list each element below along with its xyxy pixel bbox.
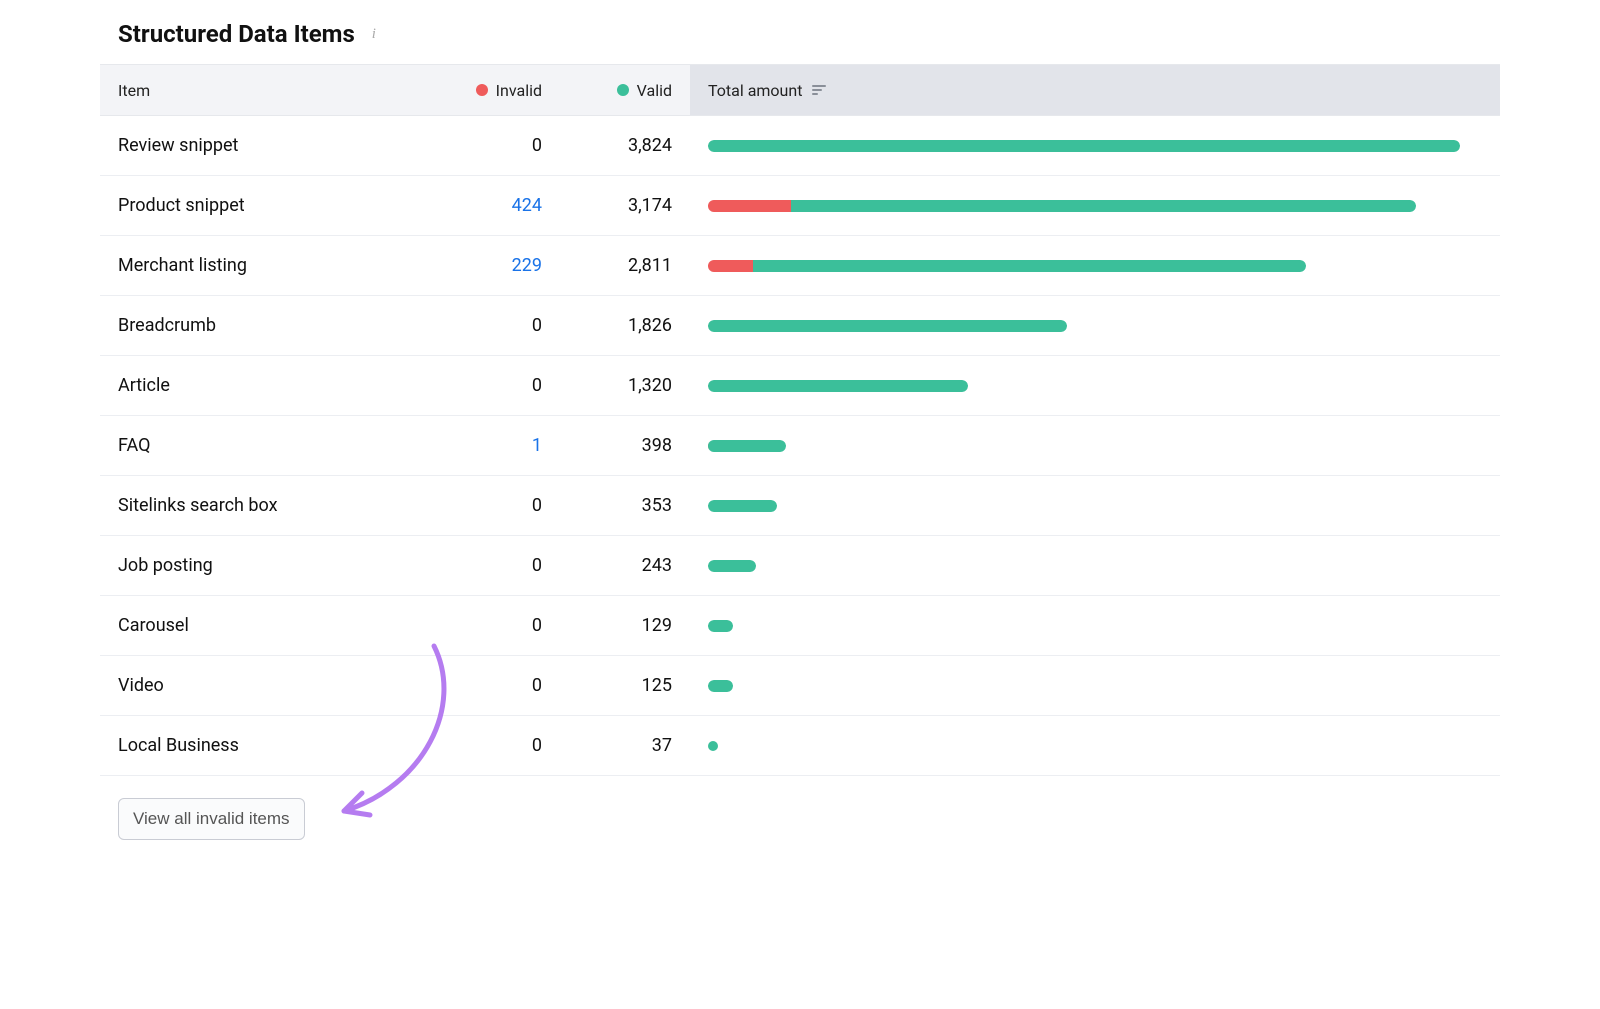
item-name: Product snippet (100, 195, 380, 216)
invalid-count[interactable]: 424 (380, 195, 560, 216)
valid-count: 125 (560, 675, 690, 696)
total-bar (690, 500, 1500, 512)
table-row: Job posting0243 (100, 536, 1500, 596)
item-name: Sitelinks search box (100, 495, 380, 516)
item-name: FAQ (100, 435, 380, 456)
table-row: Merchant listing2292,811 (100, 236, 1500, 296)
invalid-count[interactable]: 229 (380, 255, 560, 276)
table-row: Product snippet4243,174 (100, 176, 1500, 236)
valid-count: 3,174 (560, 195, 690, 216)
invalid-count: 0 (380, 495, 560, 516)
item-name: Merchant listing (100, 255, 380, 276)
total-bar (690, 620, 1500, 632)
valid-count: 353 (560, 495, 690, 516)
invalid-count[interactable]: 1 (380, 435, 560, 456)
item-name: Review snippet (100, 135, 380, 156)
structured-data-table: Item Invalid Valid Total amount Review s… (100, 64, 1500, 776)
valid-count: 1,320 (560, 375, 690, 396)
invalid-count: 0 (380, 675, 560, 696)
col-header-item[interactable]: Item (100, 81, 380, 100)
valid-count: 243 (560, 555, 690, 576)
item-name: Job posting (100, 555, 380, 576)
section-header: Structured Data Items i (100, 20, 1500, 64)
table-row: Breadcrumb01,826 (100, 296, 1500, 356)
table-row: FAQ1398 (100, 416, 1500, 476)
total-bar (690, 680, 1500, 692)
valid-dot-icon (617, 84, 629, 96)
item-name: Video (100, 675, 380, 696)
valid-count: 2,811 (560, 255, 690, 276)
col-header-invalid[interactable]: Invalid (380, 81, 560, 100)
item-name: Local Business (100, 735, 380, 756)
col-header-item-label: Item (118, 81, 150, 100)
total-bar (690, 260, 1500, 272)
total-bar (690, 440, 1500, 452)
valid-count: 398 (560, 435, 690, 456)
total-bar (690, 740, 1500, 752)
item-name: Breadcrumb (100, 315, 380, 336)
col-header-invalid-label: Invalid (496, 81, 542, 100)
table-row: Sitelinks search box0353 (100, 476, 1500, 536)
col-header-valid[interactable]: Valid (560, 81, 690, 100)
table-row: Carousel0129 (100, 596, 1500, 656)
view-all-invalid-button[interactable]: View all invalid items (118, 798, 305, 840)
table-row: Article01,320 (100, 356, 1500, 416)
table-header-row: Item Invalid Valid Total amount (100, 64, 1500, 116)
invalid-count: 0 (380, 315, 560, 336)
valid-count: 3,824 (560, 135, 690, 156)
col-header-total[interactable]: Total amount (690, 65, 1500, 115)
valid-count: 1,826 (560, 315, 690, 336)
item-name: Article (100, 375, 380, 396)
total-bar (690, 200, 1500, 212)
invalid-count: 0 (380, 375, 560, 396)
total-bar (690, 560, 1500, 572)
col-header-valid-label: Valid (637, 81, 672, 100)
invalid-count: 0 (380, 555, 560, 576)
col-header-total-label: Total amount (708, 81, 802, 100)
sort-desc-icon (812, 83, 826, 97)
total-bar (690, 380, 1500, 392)
invalid-count: 0 (380, 615, 560, 636)
item-name: Carousel (100, 615, 380, 636)
invalid-dot-icon (476, 84, 488, 96)
valid-count: 37 (560, 735, 690, 756)
table-row: Video0125 (100, 656, 1500, 716)
table-row: Review snippet03,824 (100, 116, 1500, 176)
total-bar (690, 320, 1500, 332)
valid-count: 129 (560, 615, 690, 636)
total-bar (690, 140, 1500, 152)
info-icon[interactable]: i (365, 25, 383, 43)
invalid-count: 0 (380, 135, 560, 156)
table-row: Local Business037 (100, 716, 1500, 776)
section-title: Structured Data Items (118, 20, 355, 48)
invalid-count: 0 (380, 735, 560, 756)
